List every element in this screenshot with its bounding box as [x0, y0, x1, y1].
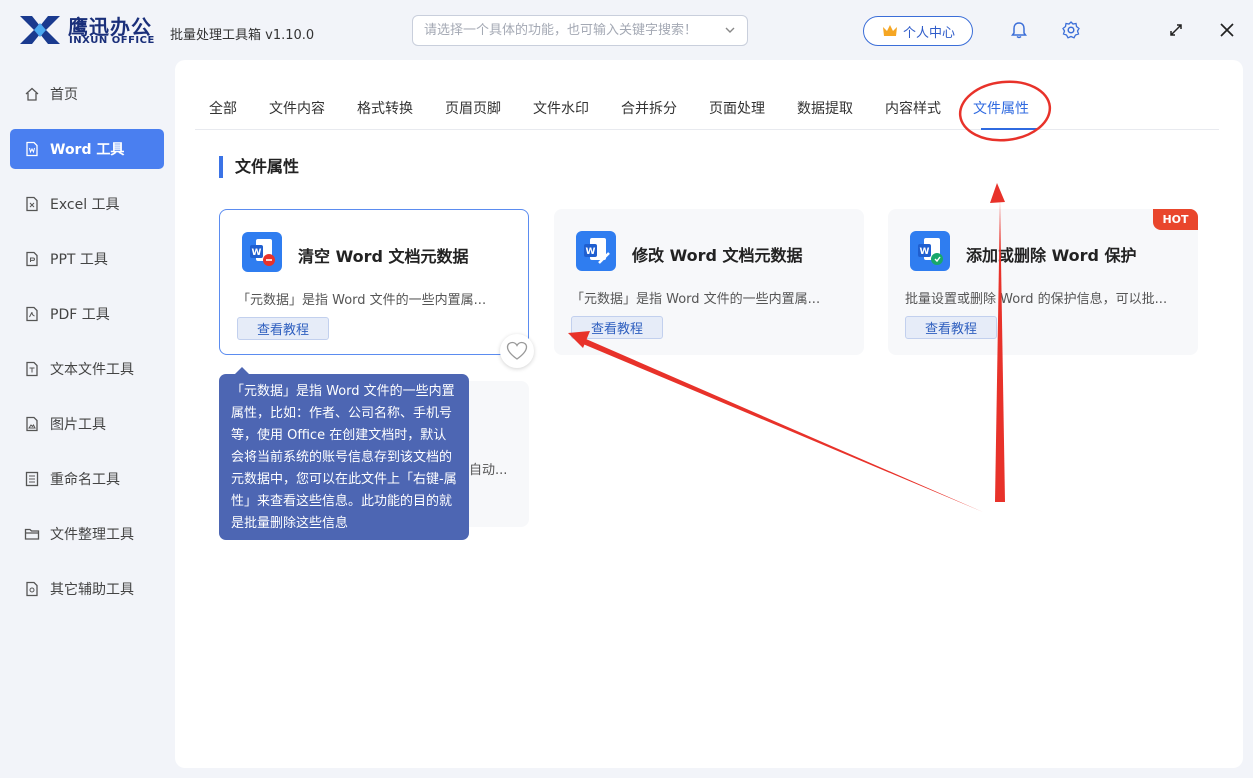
image-file-icon: [26, 416, 38, 432]
text-file-icon: [26, 361, 38, 377]
favorite-button[interactable]: [500, 334, 534, 368]
tab-watermark[interactable]: 文件水印: [533, 98, 589, 118]
sidebar-item-word[interactable]: Word 工具: [10, 129, 164, 169]
card-description: 「元数据」是指 Word 文件的一些内置属...: [237, 293, 487, 308]
sidebar-item-excel[interactable]: Excel 工具: [10, 184, 164, 224]
home-icon: [25, 87, 39, 101]
tools-icon: [26, 581, 38, 597]
sidebar-item-ppt[interactable]: PPT 工具: [10, 239, 164, 279]
search-input[interactable]: [413, 16, 713, 45]
sidebar-item-label: 其它辅助工具: [50, 582, 134, 598]
sidebar-item-label: Word 工具: [50, 142, 125, 158]
sidebar-item-label: Excel 工具: [50, 197, 120, 213]
user-center-label: 个人中心: [902, 25, 955, 41]
word-protect-icon: W: [910, 231, 950, 271]
title-bar: 鹰迅办公 INXUN OFFICE 批量处理工具箱 v1.10.0 个人中心: [0, 0, 1253, 62]
tab-data-extraction[interactable]: 数据提取: [797, 98, 853, 118]
sidebar-item-home[interactable]: 首页: [10, 74, 164, 114]
tab-file-content[interactable]: 文件内容: [269, 98, 325, 118]
tool-card-clear-metadata[interactable]: W 清空 Word 文档元数据 「元数据」是指 Word 文件的一些内置属...…: [219, 209, 529, 355]
maximize-icon[interactable]: [1166, 20, 1186, 40]
card-title: 修改 Word 文档元数据: [632, 246, 803, 265]
word-file-icon: [26, 141, 38, 157]
inxun-logo-icon: [20, 16, 60, 44]
bell-icon[interactable]: [1009, 20, 1029, 40]
sidebar-item-pdf[interactable]: PDF 工具: [10, 294, 164, 334]
rename-icon: [25, 471, 39, 487]
card-title: 清空 Word 文档元数据: [298, 247, 469, 266]
view-tutorial-button[interactable]: 查看教程: [905, 316, 997, 339]
sidebar-item-rename[interactable]: 重命名工具: [10, 459, 164, 499]
sidebar-item-label: 重命名工具: [50, 472, 120, 488]
brand-subtitle: INXUN OFFICE: [69, 35, 155, 46]
active-tab-indicator: [981, 128, 1037, 130]
view-tutorial-button[interactable]: 查看教程: [237, 317, 329, 340]
metadata-tooltip: 「元数据」是指 Word 文件的一些内置属性，比如：作者、公司名称、手机号等，使…: [219, 367, 469, 540]
section-title: 文件属性: [219, 156, 299, 178]
search-box[interactable]: [412, 15, 748, 46]
word-clear-icon: W: [242, 232, 282, 272]
sidebar: 首页 Word 工具 Excel 工具 PPT 工具 PDF 工具 文本文件工具…: [0, 62, 165, 778]
view-tutorial-button[interactable]: 查看教程: [571, 316, 663, 339]
tab-file-properties[interactable]: 文件属性: [973, 98, 1029, 118]
sidebar-item-label: PDF 工具: [50, 307, 110, 323]
user-center-button[interactable]: 个人中心: [863, 16, 973, 46]
sidebar-item-organize[interactable]: 文件整理工具: [10, 514, 164, 554]
sidebar-item-other[interactable]: 其它辅助工具: [10, 569, 164, 609]
tab-format-conversion[interactable]: 格式转换: [357, 98, 413, 118]
sidebar-item-label: 图片工具: [50, 417, 106, 433]
crown-icon: [882, 25, 897, 36]
tab-merge-split[interactable]: 合并拆分: [621, 98, 677, 118]
sidebar-item-text[interactable]: 文本文件工具: [10, 349, 164, 389]
heart-icon: [506, 341, 528, 360]
sidebar-item-label: PPT 工具: [50, 252, 108, 268]
card-description: 「元数据」是指 Word 文件的一些内置属...: [571, 292, 821, 307]
app-title: 批量处理工具箱 v1.10.0: [170, 28, 315, 43]
folder-icon: [24, 528, 40, 540]
tool-card-word-protection[interactable]: HOT W 添加或删除 Word 保护 批量设置或删除 Word 的保护信息，可…: [888, 209, 1198, 355]
tooltip-text: 「元数据」是指 Word 文件的一些内置属性，比如：作者、公司名称、手机号等，使…: [231, 384, 457, 531]
tab-header-footer[interactable]: 页眉页脚: [445, 98, 501, 118]
card-description: 自动...: [469, 463, 508, 478]
svg-text:W: W: [586, 247, 596, 257]
tab-page-processing[interactable]: 页面处理: [709, 98, 765, 118]
category-tabs: 全部 文件内容 格式转换 页眉页脚 文件水印 合并拆分 页面处理 数据提取 内容…: [195, 84, 1219, 130]
sidebar-item-label: 文件整理工具: [50, 527, 134, 543]
close-icon[interactable]: [1217, 20, 1237, 40]
excel-file-icon: [26, 196, 38, 212]
sidebar-item-label: 首页: [50, 87, 78, 103]
tab-all[interactable]: 全部: [209, 98, 237, 118]
tab-content-style[interactable]: 内容样式: [885, 98, 941, 118]
word-edit-icon: W: [576, 231, 616, 271]
card-title: 添加或删除 Word 保护: [966, 246, 1137, 265]
sidebar-item-image[interactable]: 图片工具: [10, 404, 164, 444]
chevron-down-icon[interactable]: [723, 23, 737, 37]
svg-text:W: W: [252, 248, 262, 258]
gear-icon[interactable]: [1061, 20, 1081, 40]
pdf-file-icon: [26, 306, 38, 322]
tool-card-edit-metadata[interactable]: W 修改 Word 文档元数据 「元数据」是指 Word 文件的一些内置属...…: [554, 209, 864, 355]
svg-text:W: W: [920, 247, 930, 257]
ppt-file-icon: [26, 251, 38, 267]
card-description: 批量设置或删除 Word 的保护信息，可以批...: [905, 292, 1168, 307]
sidebar-item-label: 文本文件工具: [50, 362, 134, 378]
hot-badge: HOT: [1153, 209, 1198, 230]
